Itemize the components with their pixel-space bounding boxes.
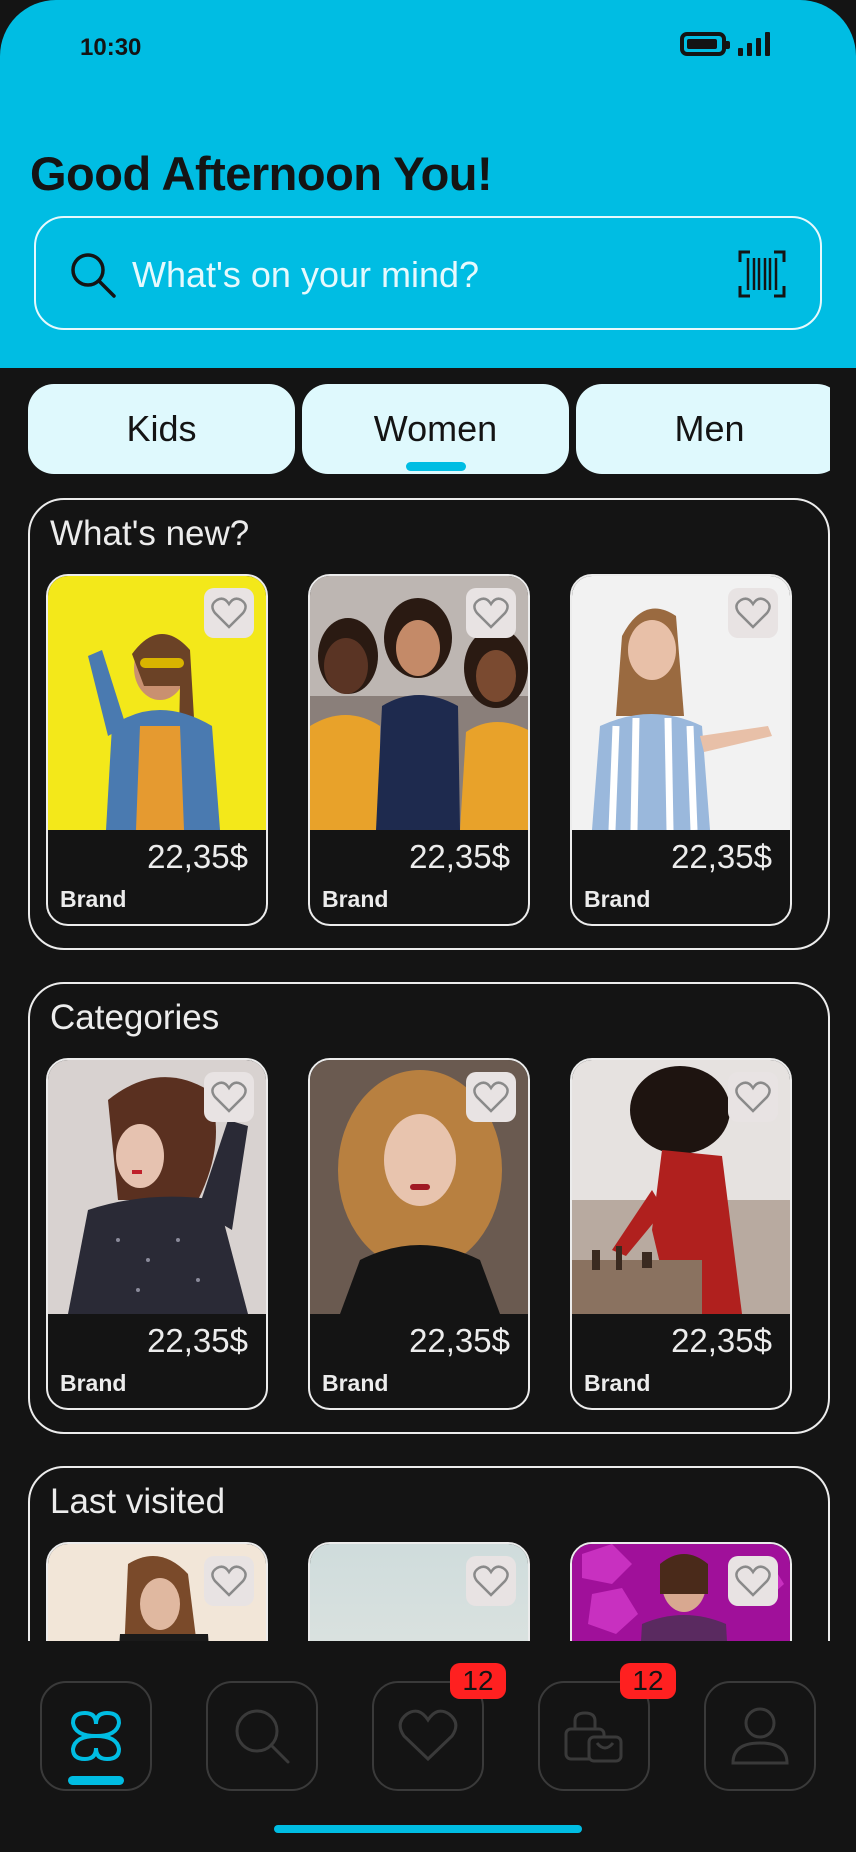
product-brand: Brand xyxy=(60,1370,127,1396)
product-price: 22,35$ xyxy=(147,838,248,875)
search-input[interactable]: What's on your mind? xyxy=(132,254,479,296)
section-title: Last visited xyxy=(50,1482,226,1521)
home-indicator[interactable] xyxy=(274,1825,582,1833)
product-brand: Brand xyxy=(322,1370,389,1396)
section-whats-new: What's new? 22,35$ Brand 22,35$ Brand 22… xyxy=(28,498,830,950)
heart-icon xyxy=(735,1081,771,1113)
heart-icon xyxy=(473,1565,509,1597)
product-price: 22,35$ xyxy=(671,838,772,875)
favorite-button[interactable] xyxy=(204,1556,254,1606)
product-card[interactable]: 22,35$ Brand xyxy=(46,1058,268,1410)
product-brand: Brand xyxy=(584,1370,651,1396)
heart-icon xyxy=(398,1709,458,1762)
shopping-bag-icon xyxy=(564,1711,623,1763)
status-icons xyxy=(680,32,770,56)
favorite-button[interactable] xyxy=(204,588,254,638)
heart-icon xyxy=(211,1081,247,1113)
heart-icon xyxy=(473,597,509,629)
favorite-button[interactable] xyxy=(728,588,778,638)
product-brand: Brand xyxy=(584,886,651,912)
category-tabs: Kids Women Men xyxy=(28,384,830,474)
signal-icon xyxy=(738,32,770,56)
product-brand: Brand xyxy=(322,886,389,912)
heart-icon xyxy=(735,597,771,629)
tab-selected-indicator xyxy=(406,462,466,471)
nav-profile-button[interactable] xyxy=(704,1681,816,1791)
tab-men[interactable]: Men xyxy=(576,384,830,474)
favorite-button[interactable] xyxy=(466,1556,516,1606)
bag-count-badge: 12 xyxy=(620,1663,676,1699)
nav-active-indicator xyxy=(68,1776,124,1785)
product-price: 22,35$ xyxy=(409,838,510,875)
favorite-button[interactable] xyxy=(466,1072,516,1122)
barcode-scan-icon[interactable] xyxy=(738,250,786,298)
product-price: 22,35$ xyxy=(147,1322,248,1359)
nav-home-button[interactable] xyxy=(40,1681,152,1791)
product-card[interactable]: 22,35$ Brand xyxy=(570,574,792,926)
section-title: What's new? xyxy=(50,514,250,553)
search-icon xyxy=(71,253,116,298)
product-card[interactable]: 22,35$ Brand xyxy=(308,1058,530,1410)
favorite-button[interactable] xyxy=(204,1072,254,1122)
home-logo-icon xyxy=(70,1710,122,1762)
section-title: Categories xyxy=(50,998,220,1037)
status-time: 10:30 xyxy=(80,34,142,61)
product-price: 22,35$ xyxy=(671,1322,772,1359)
product-card[interactable]: 22,35$ Brand xyxy=(46,574,268,926)
search-icon xyxy=(235,1709,290,1764)
tab-women[interactable]: Women xyxy=(302,384,569,474)
product-card[interactable]: 22,35$ Brand xyxy=(308,574,530,926)
favorite-button[interactable] xyxy=(466,588,516,638)
favorites-count-badge: 12 xyxy=(450,1663,506,1699)
section-categories: Categories 22,35$ Brand 22,35$ Brand 22,… xyxy=(28,982,830,1434)
favorite-button[interactable] xyxy=(728,1556,778,1606)
user-icon xyxy=(731,1707,789,1765)
bottom-navigation: 12 12 xyxy=(0,1641,856,1852)
product-price: 22,35$ xyxy=(409,1322,510,1359)
heart-icon xyxy=(211,597,247,629)
heart-icon xyxy=(735,1565,771,1597)
tab-kids[interactable]: Kids xyxy=(28,384,295,474)
heart-icon xyxy=(473,1081,509,1113)
search-bar[interactable]: What's on your mind? xyxy=(34,216,822,330)
header: 10:30 Good Afternoon You! What's on your… xyxy=(0,0,856,368)
battery-icon xyxy=(680,32,730,56)
heart-icon xyxy=(211,1565,247,1597)
product-card[interactable]: 22,35$ Brand xyxy=(570,1058,792,1410)
product-brand: Brand xyxy=(60,886,127,912)
favorite-button[interactable] xyxy=(728,1072,778,1122)
tab-women-label: Women xyxy=(373,408,498,449)
nav-search-button[interactable] xyxy=(206,1681,318,1791)
greeting-title: Good Afternoon You! xyxy=(30,147,493,200)
